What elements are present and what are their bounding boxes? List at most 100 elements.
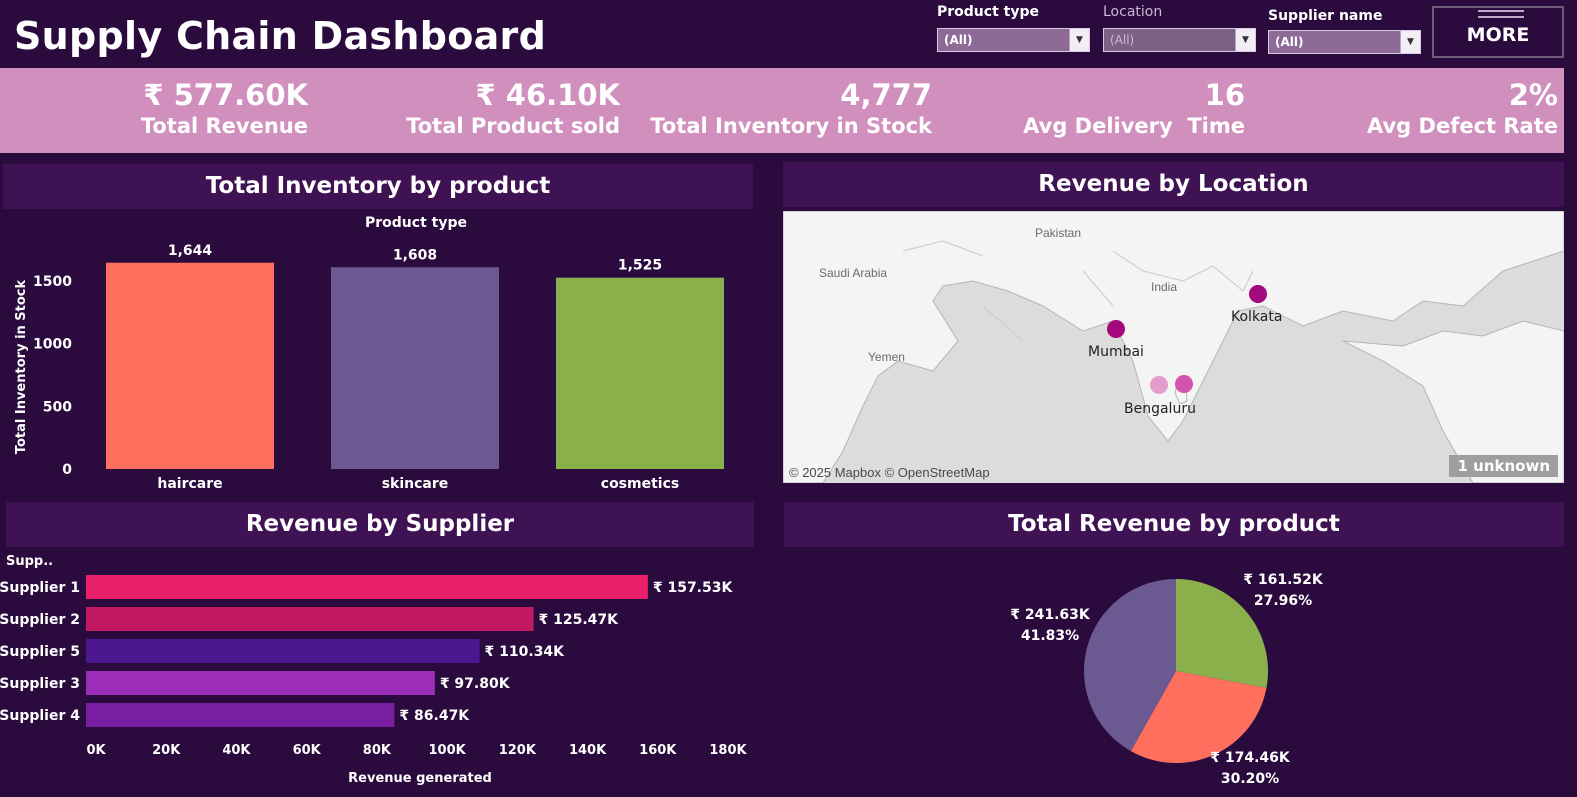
slice-value-label: ₹ 161.52K <box>1243 572 1324 588</box>
slice-value-label: ₹ 174.46K <box>1210 750 1291 766</box>
inventory-bar-chart: Product type Total Inventory in Stock 0 500… <box>14 215 724 492</box>
x-tick-label: 140K <box>569 743 607 758</box>
bar-data-label: ₹ 125.47K <box>539 612 620 628</box>
y-tick-label: 1500 <box>33 274 72 290</box>
bar-skincare <box>331 267 499 469</box>
bar-data-label: 1,644 <box>168 243 213 259</box>
kpi-label: Total Revenue <box>140 114 308 138</box>
map-city-bengaluru: Bengaluru <box>1124 401 1196 417</box>
x-tick-label: 180K <box>709 743 747 758</box>
x-tick-label: 40K <box>222 743 251 758</box>
kpi-value: 16 <box>1204 78 1245 112</box>
location-select[interactable]: (All) ▼ <box>1103 28 1256 52</box>
x-tick-label: 100K <box>429 743 467 758</box>
x-tick-label: 0K <box>86 743 106 758</box>
kpi-avg-defect-rate: 2% Avg Defect Rate <box>1367 78 1558 138</box>
slice-percent-label: 41.83% <box>1021 628 1079 644</box>
y-tick-label: 500 <box>43 399 72 415</box>
kpi-avg-delivery-time: 16 Avg Delivery Time <box>1023 78 1245 138</box>
inventory-panel-title: Total Inventory by product <box>3 164 753 209</box>
bar-data-label: 1,608 <box>393 247 437 263</box>
kpi-value: ₹ 577.60K <box>143 78 308 112</box>
y-axis-title: Supp.. <box>6 554 53 569</box>
kpi-value: 4,777 <box>840 78 932 112</box>
map-marker-kolkata[interactable] <box>1249 285 1267 303</box>
y-tick-label: Supplier 5 <box>0 644 80 660</box>
chevron-down-icon[interactable]: ▼ <box>1069 29 1089 51</box>
kpi-band: ₹ 577.60K Total Revenue ₹ 46.10K Total P… <box>0 68 1564 153</box>
bar-haircare <box>106 262 274 469</box>
x-tick-label: 60K <box>293 743 322 758</box>
bar-supplier-5 <box>86 639 480 663</box>
filter-product-type[interactable]: Product type (All) ▼ <box>937 4 1090 52</box>
y-tick-label: Supplier 2 <box>0 612 80 628</box>
y-axis-title: Total Inventory in Stock <box>14 279 29 454</box>
map-city-kolkata: Kolkata <box>1231 309 1282 325</box>
filter-label: Product type <box>937 4 1039 20</box>
select-value: (All) <box>1110 33 1135 47</box>
filter-label: Supplier name <box>1268 8 1383 24</box>
kpi-label: Avg Delivery Time <box>1023 114 1245 138</box>
y-tick-label: Supplier 1 <box>0 580 80 596</box>
bar-supplier-3 <box>86 671 435 695</box>
filter-label: Location <box>1103 4 1163 20</box>
slice-percent-label: 27.96% <box>1254 593 1312 609</box>
bar-data-label: ₹ 110.34K <box>485 644 566 660</box>
kpi-value: ₹ 46.10K <box>475 78 620 112</box>
kpi-label: Avg Defect Rate <box>1366 114 1558 138</box>
chevron-down-icon[interactable]: ▼ <box>1400 31 1420 53</box>
revenue-product-pie-chart: ₹ 161.52K 27.96% ₹ 174.46K 30.20% ₹ 241.63K 4… <box>1010 572 1324 787</box>
more-button[interactable]: MORE <box>1432 6 1564 58</box>
map-marker-bengaluru-1[interactable] <box>1150 376 1168 394</box>
slice-percent-label: 30.20% <box>1221 771 1279 787</box>
x-tick-label: 80K <box>363 743 392 758</box>
y-tick-label: 1000 <box>33 337 72 353</box>
more-button-label: MORE <box>1466 24 1530 46</box>
supplier-bar-chart: Supp.. Supplier 1 ₹ 157.53K Supplier 2 ₹ 125… <box>0 554 748 786</box>
revenue-product-panel-title: Total Revenue by product <box>784 502 1564 547</box>
x-tick-label: 120K <box>499 743 537 758</box>
filter-supplier-name[interactable]: Supplier name (All) ▼ <box>1268 8 1421 54</box>
bar-data-label: ₹ 97.80K <box>440 676 511 692</box>
map-unknown-badge[interactable]: 1 unknown <box>1449 455 1558 477</box>
map-base: Pakistan Saudi Arabia India Yemen Kolkat… <box>783 211 1564 483</box>
map-label-india: India <box>1151 280 1177 294</box>
bar-supplier-4 <box>86 703 395 727</box>
map-marker-mumbai[interactable] <box>1107 320 1125 338</box>
product-type-select[interactable]: (All) ▼ <box>937 28 1090 52</box>
kpi-total-inventory: 4,777 Total Inventory in Stock <box>650 78 932 138</box>
bar-cosmetics <box>556 277 724 469</box>
bar-data-label: ₹ 86.47K <box>399 708 470 724</box>
dashboard-title: Supply Chain Dashboard <box>14 14 547 58</box>
kpi-total-revenue: ₹ 577.60K Total Revenue <box>141 78 308 138</box>
filter-location[interactable]: Location (All) ▼ <box>1103 4 1256 52</box>
y-tick-label: Supplier 4 <box>0 708 80 724</box>
map-label-yemen: Yemen <box>868 350 905 364</box>
drag-handle-icon[interactable] <box>1478 10 1524 18</box>
x-axis-title: Revenue generated <box>348 771 492 786</box>
supplier-name-select[interactable]: (All) ▼ <box>1268 30 1421 54</box>
chevron-down-icon[interactable]: ▼ <box>1235 29 1255 51</box>
map-label-saudi-arabia: Saudi Arabia <box>819 266 887 280</box>
x-tick-label: cosmetics <box>601 476 679 492</box>
select-value: (All) <box>944 33 973 47</box>
map-city-mumbai: Mumbai <box>1088 344 1144 360</box>
y-tick-label: Supplier 3 <box>0 676 80 692</box>
select-value: (All) <box>1275 35 1304 49</box>
x-tick-label: 160K <box>639 743 677 758</box>
slice-value-label: ₹ 241.63K <box>1010 607 1091 623</box>
map-credit: © 2025 Mapbox © OpenStreetMap <box>789 465 990 480</box>
bar-data-label: 1,525 <box>618 258 662 274</box>
y-tick-label: 0 <box>62 462 72 478</box>
revenue-location-map[interactable]: Pakistan Saudi Arabia India Yemen Kolkat… <box>783 211 1564 483</box>
map-label-pakistan: Pakistan <box>1035 226 1081 240</box>
supplier-panel-title: Revenue by Supplier <box>6 502 754 547</box>
kpi-label: Total Inventory in Stock <box>650 114 932 138</box>
kpi-total-product-sold: ₹ 46.10K Total Product sold <box>406 78 620 138</box>
x-tick-label: 20K <box>152 743 181 758</box>
bar-supplier-1 <box>86 575 648 599</box>
map-marker-bengaluru-2[interactable] <box>1175 375 1193 393</box>
kpi-value: 2% <box>1508 78 1558 112</box>
x-axis-title: Product type <box>365 215 467 231</box>
x-tick-label: haircare <box>157 476 222 492</box>
